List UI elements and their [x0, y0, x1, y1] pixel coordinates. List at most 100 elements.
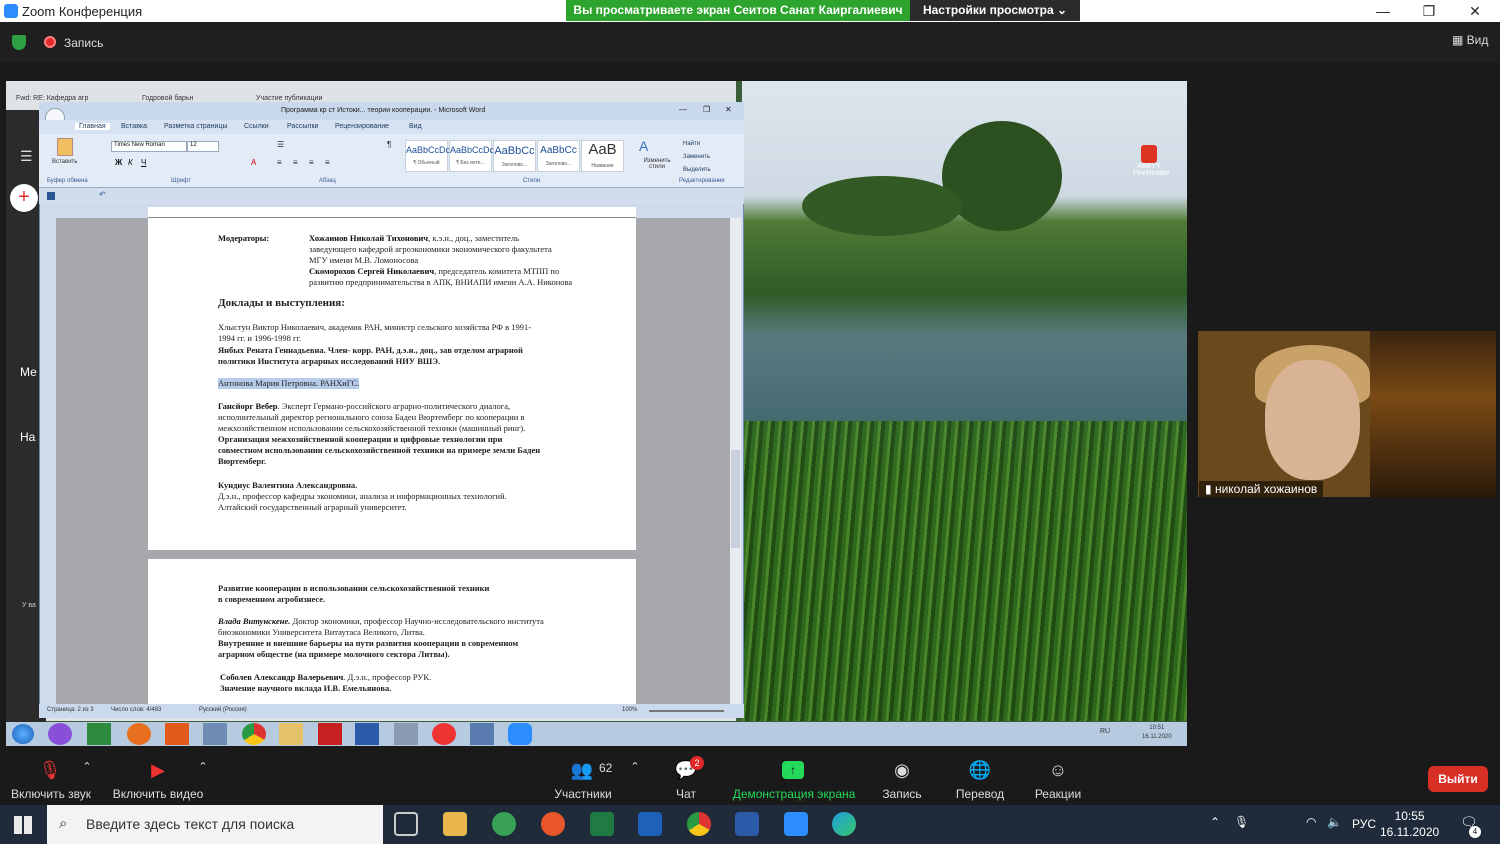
- ribbon-tab[interactable]: Рецензирование: [335, 123, 389, 130]
- word-count[interactable]: Число слов: 4/483: [111, 707, 161, 713]
- security-shield-icon[interactable]: [12, 35, 26, 50]
- app-icon[interactable]: [394, 723, 418, 745]
- participants-icon[interactable]: 👥: [568, 760, 596, 782]
- share-screen-icon[interactable]: ↑: [782, 761, 804, 779]
- task-view-icon[interactable]: [394, 812, 418, 836]
- paste-icon[interactable]: [57, 138, 73, 156]
- firefox-icon[interactable]: [127, 723, 151, 745]
- translate-button[interactable]: Перевод: [950, 787, 1010, 801]
- view-options-dropdown[interactable]: Настройки просмотра ⌄: [910, 0, 1080, 21]
- taskbar-search-box[interactable]: ⌕ Введите здесь текст для поиска: [47, 805, 383, 844]
- tray-language[interactable]: РУС: [1352, 817, 1376, 831]
- outlook-icon[interactable]: [638, 812, 662, 836]
- align-right-icon[interactable]: ≡: [309, 158, 314, 167]
- app-icon[interactable]: [48, 723, 72, 745]
- font-color-icon[interactable]: A: [251, 158, 256, 167]
- ribbon-tab[interactable]: Рассылки: [287, 123, 318, 130]
- share-screen-button[interactable]: Демонстрация экрана: [728, 787, 860, 801]
- style-title[interactable]: AaB Название: [581, 140, 624, 172]
- bullets-icon[interactable]: ☰: [277, 140, 284, 149]
- tray-mic-icon[interactable]: 🎙: [1234, 815, 1249, 829]
- volume-icon[interactable]: 🔈: [1327, 815, 1342, 829]
- underline-icon[interactable]: Ч: [141, 158, 146, 167]
- video-button[interactable]: Включить видео: [108, 787, 208, 801]
- yandex-icon[interactable]: [432, 723, 456, 745]
- zoom-app-icon[interactable]: [508, 723, 532, 745]
- style-normal[interactable]: AaBbCcDc ¶ Обычный: [405, 140, 450, 172]
- tray-chevron-icon[interactable]: ⌃: [1210, 815, 1220, 829]
- minimize-icon[interactable]: —: [1360, 0, 1406, 22]
- record-icon[interactable]: ◉: [890, 760, 914, 782]
- browser-tab[interactable]: Участие публикации: [256, 95, 322, 102]
- wifi-icon[interactable]: ◠: [1306, 815, 1316, 829]
- style-heading1[interactable]: AaBbCc Заголово...: [493, 140, 536, 172]
- ribbon-tab[interactable]: Вид: [409, 123, 422, 130]
- mute-button[interactable]: Включить звук: [4, 787, 98, 801]
- undo-icon[interactable]: ↶: [99, 190, 106, 199]
- pilcrow-icon[interactable]: ¶: [387, 140, 391, 149]
- app-icon[interactable]: [470, 723, 494, 745]
- font-size-select[interactable]: 12: [187, 141, 219, 152]
- style-heading2[interactable]: AaBbCc Заголово...: [537, 140, 580, 172]
- app-icon[interactable]: [203, 723, 227, 745]
- tray-language[interactable]: RU: [1100, 728, 1110, 735]
- folder-icon[interactable]: [279, 723, 303, 745]
- ribbon-tab[interactable]: Разметка страницы: [164, 123, 228, 130]
- chrome-taskbar-icon[interactable]: [687, 812, 711, 836]
- browser-tab[interactable]: Годровой барьн: [142, 95, 193, 102]
- select-button[interactable]: Выделить: [683, 164, 711, 177]
- ribbon-tab[interactable]: Главная: [75, 123, 110, 130]
- windows-start-icon[interactable]: [14, 816, 32, 834]
- view-button[interactable]: ▦ Вид: [1452, 33, 1488, 47]
- video-options-chevron-icon[interactable]: ⌃: [196, 760, 210, 782]
- leave-button[interactable]: Выйти: [1428, 766, 1488, 792]
- maximize-icon[interactable]: ❐: [1406, 0, 1452, 22]
- ribbon-tab[interactable]: Вставка: [121, 123, 147, 130]
- globe-icon[interactable]: 🌐: [968, 760, 992, 782]
- word-close-icon[interactable]: ✕: [725, 105, 732, 114]
- pdf-icon[interactable]: [318, 723, 342, 745]
- close-icon[interactable]: ✕: [1452, 0, 1498, 22]
- align-left-icon[interactable]: ≡: [277, 158, 282, 167]
- word-minimize-icon[interactable]: —: [679, 105, 687, 114]
- reactions-button[interactable]: Реакции: [1030, 787, 1086, 801]
- font-name-select[interactable]: Times New Roman: [111, 141, 187, 152]
- app-icon[interactable]: [165, 723, 189, 745]
- style-no-spacing[interactable]: AaBbCcDc ¶ Без инте...: [449, 140, 494, 172]
- excel-taskbar-icon[interactable]: [590, 812, 614, 836]
- participants-button[interactable]: Участники: [548, 787, 618, 801]
- justify-icon[interactable]: ≡: [325, 158, 330, 167]
- change-styles-icon[interactable]: A: [639, 138, 648, 154]
- participants-chevron-icon[interactable]: ⌃: [628, 760, 642, 782]
- chat-button[interactable]: Чат: [666, 787, 706, 801]
- word-maximize-icon[interactable]: ❐: [703, 105, 710, 114]
- chrome-icon[interactable]: [242, 723, 266, 745]
- excel-icon[interactable]: [87, 723, 111, 745]
- zoom-level[interactable]: 100%: [622, 707, 637, 713]
- align-center-icon[interactable]: ≡: [293, 158, 298, 167]
- video-off-icon[interactable]: ▶: [144, 760, 172, 782]
- replace-button[interactable]: Заменить: [683, 151, 711, 164]
- desktop-shortcut[interactable]: ABBYY FineReader: [1133, 145, 1170, 185]
- audio-options-chevron-icon[interactable]: ⌃: [80, 760, 94, 782]
- compose-plus-icon[interactable]: +: [10, 184, 38, 212]
- ribbon-tab[interactable]: Ссылки: [244, 123, 269, 130]
- document-page[interactable]: Развитие кооперации в использовании сель…: [148, 559, 636, 704]
- bold-icon[interactable]: Ж: [115, 158, 122, 167]
- record-button[interactable]: Запись: [876, 787, 928, 801]
- language-status[interactable]: Русский (Россия): [199, 707, 247, 713]
- start-orb-icon[interactable]: [12, 724, 34, 744]
- file-explorer-icon[interactable]: [443, 812, 467, 836]
- word-icon[interactable]: [355, 723, 379, 745]
- app-icon[interactable]: [541, 812, 565, 836]
- scrollbar-thumb[interactable]: [731, 450, 740, 548]
- reactions-icon[interactable]: ☺: [1046, 760, 1070, 782]
- document-page[interactable]: Модераторы: Хожаинов Николай Тихонович, …: [148, 218, 636, 550]
- save-icon[interactable]: [47, 192, 55, 200]
- taskbar-clock[interactable]: 10:55 16.11.2020: [1380, 808, 1439, 840]
- app-icon[interactable]: [492, 812, 516, 836]
- find-button[interactable]: Найти: [683, 138, 711, 151]
- menu-icon[interactable]: ☰: [20, 148, 33, 165]
- page-count[interactable]: Страница: 2 из 3: [47, 707, 94, 713]
- zoom-taskbar-icon[interactable]: [784, 812, 808, 836]
